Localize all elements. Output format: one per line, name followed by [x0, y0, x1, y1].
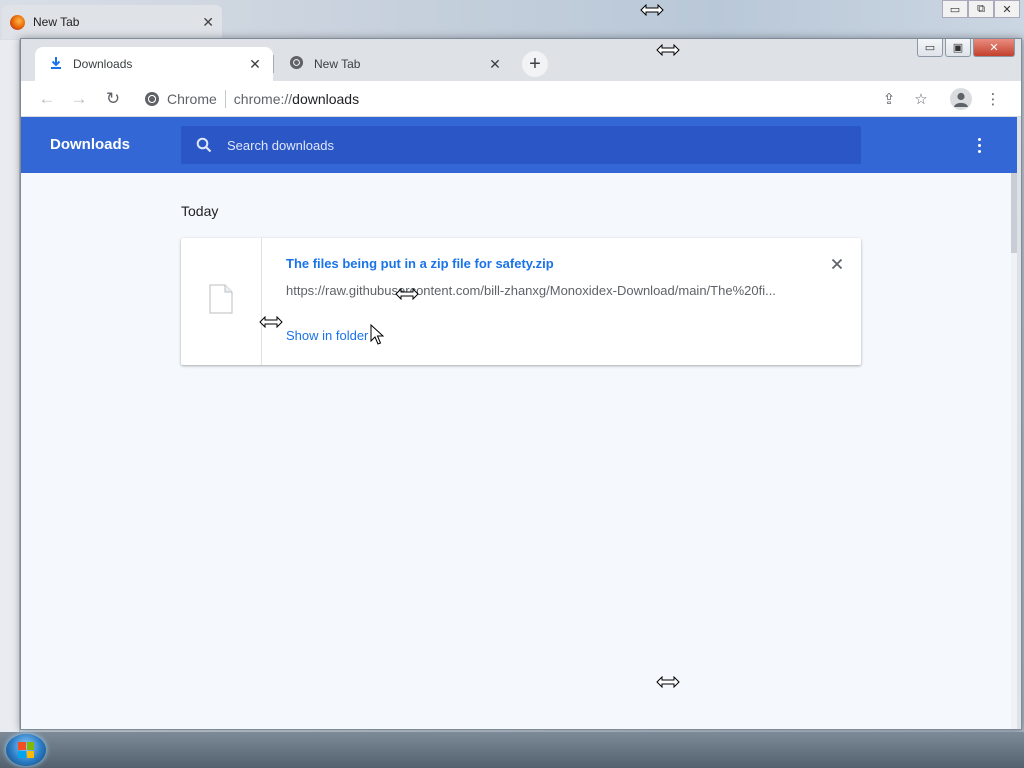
resize-cursor-icon: [640, 4, 664, 16]
new-tab-button[interactable]: +: [522, 51, 548, 77]
window-caption-buttons: ▭ ▣ ✕: [917, 39, 1015, 57]
background-tab-title: New Tab: [33, 15, 80, 29]
remove-download-icon[interactable]: [829, 256, 845, 272]
firefox-icon: [10, 14, 25, 30]
tab-divider: [273, 55, 274, 73]
maximize-button[interactable]: ▣: [945, 39, 971, 57]
resize-cursor-icon: [656, 44, 680, 56]
star-icon[interactable]: ☆: [911, 89, 931, 109]
windows-logo-icon: [18, 742, 34, 758]
page-title: Downloads: [50, 136, 131, 153]
start-button[interactable]: [6, 734, 46, 766]
tab-title: New Tab: [314, 57, 361, 71]
background-window-edge: [0, 40, 20, 740]
resize-cursor-icon: [395, 288, 419, 300]
taskbar: [0, 732, 1024, 768]
file-source-url[interactable]: https://raw.githubusercontent.com/bill-z…: [286, 283, 806, 298]
downloads-header: Downloads Search downloads: [21, 117, 1017, 173]
browser-toolbar: ← → ↻ Chrome chrome:// downloads ⇪ ☆ ⋮: [21, 81, 1021, 117]
reload-button[interactable]: ↻: [101, 87, 125, 111]
url-host: downloads: [292, 91, 360, 107]
url-scheme: chrome://: [233, 91, 293, 107]
address-bar[interactable]: Chrome chrome:// downloads: [135, 85, 975, 113]
download-icon: [49, 56, 63, 73]
search-icon: [195, 136, 213, 154]
file-icon: [208, 284, 234, 319]
date-heading: Today: [181, 203, 219, 219]
omnibox-separator: [224, 90, 226, 108]
more-actions-icon[interactable]: [969, 135, 989, 155]
site-label: Chrome: [167, 91, 217, 107]
background-tab[interactable]: New Tab ✕: [2, 5, 222, 39]
downloads-page: Downloads Search downloads Today The fil…: [21, 117, 1017, 729]
minimize-button[interactable]: ▭: [917, 39, 943, 57]
mouse-pointer-icon: [370, 324, 384, 345]
background-caption-buttons: ▭ ⧉ ✕: [942, 0, 1020, 18]
share-icon[interactable]: ⇪: [879, 89, 899, 109]
forward-button[interactable]: →: [67, 87, 91, 111]
download-item: The files being put in a zip file for sa…: [181, 238, 861, 365]
file-icon-area: [181, 238, 262, 365]
search-placeholder: Search downloads: [227, 137, 334, 153]
tab-title: Downloads: [73, 57, 133, 71]
chrome-window: Downloads ✕ New Tab ✕ + ▭ ▣ ✕ ← → ↻ Chro…: [20, 38, 1022, 730]
tab-close-icon[interactable]: ✕: [487, 56, 503, 73]
resize-cursor-icon: [656, 676, 680, 688]
scrollbar[interactable]: [1011, 173, 1017, 729]
chrome-icon: [145, 92, 159, 106]
background-minimize-button[interactable]: ▭: [942, 0, 968, 18]
browser-menu-icon[interactable]: ⋮: [983, 89, 1003, 109]
scrollbar-thumb[interactable]: [1011, 173, 1017, 253]
background-close-button[interactable]: ✕: [994, 0, 1020, 18]
tab-strip: Downloads ✕ New Tab ✕ + ▭ ▣ ✕: [21, 39, 1021, 81]
show-in-folder-link[interactable]: Show in folder: [286, 328, 368, 343]
profile-avatar-icon[interactable]: [950, 88, 972, 110]
background-restore-button[interactable]: ⧉: [968, 0, 994, 18]
file-name-link[interactable]: The files being put in a zip file for sa…: [286, 256, 554, 271]
chrome-icon: [289, 55, 304, 73]
tab-close-icon[interactable]: ✕: [247, 56, 263, 73]
background-tab-close-icon[interactable]: ✕: [202, 14, 214, 31]
back-button[interactable]: ←: [35, 87, 59, 111]
resize-cursor-icon: [259, 316, 283, 328]
tab-downloads[interactable]: Downloads ✕: [35, 47, 273, 81]
background-browser-window: New Tab ✕ ▭ ⧉ ✕: [0, 0, 1024, 40]
search-input[interactable]: Search downloads: [181, 126, 861, 164]
tab-new-tab[interactable]: New Tab ✕: [275, 47, 513, 81]
close-window-button[interactable]: ✕: [973, 39, 1015, 57]
